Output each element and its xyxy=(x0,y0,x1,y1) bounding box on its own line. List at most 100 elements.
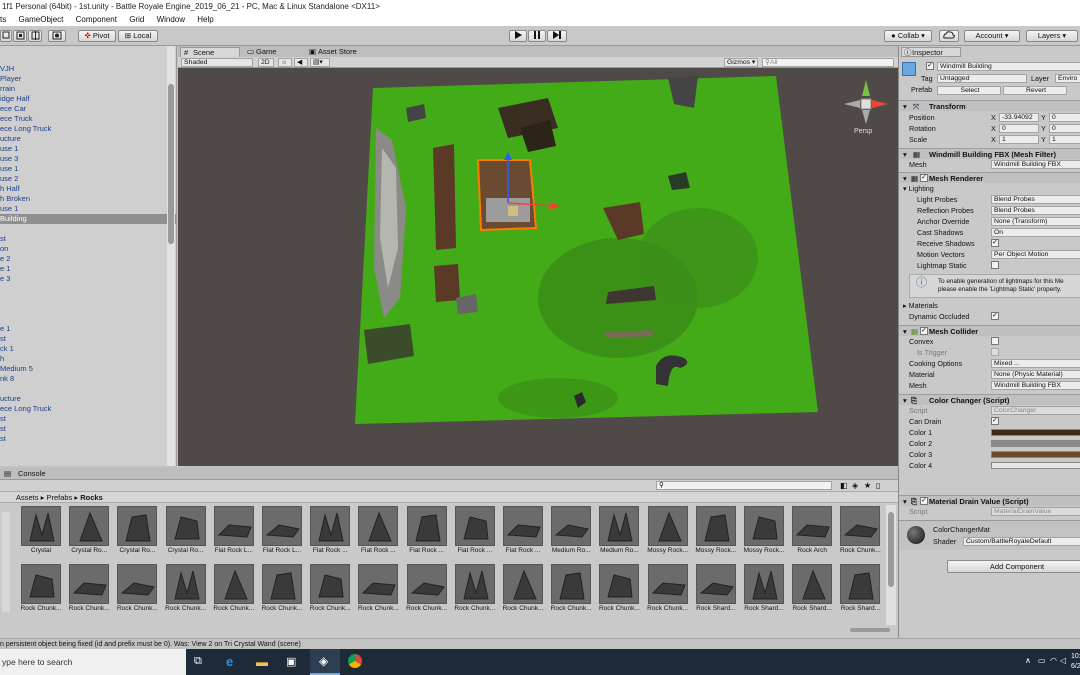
tag-dropdown[interactable]: Untagged xyxy=(937,74,1027,83)
asset-item[interactable]: Mossy Rock... xyxy=(742,506,786,556)
collab-button[interactable]: ● Collab ▾ xyxy=(884,30,932,42)
hierarchy-item[interactable]: VJH xyxy=(0,64,176,74)
dynamic-occluded-checkbox[interactable]: ✓ xyxy=(991,312,999,320)
breadcrumb-prefabs[interactable]: Prefabs xyxy=(46,493,72,502)
hierarchy-item[interactable] xyxy=(0,284,176,294)
mesh-renderer-row-checkbox[interactable]: ✓ xyxy=(991,239,999,247)
hierarchy-item[interactable] xyxy=(0,384,176,394)
rect-tool-button[interactable] xyxy=(0,30,12,42)
taskbar-search-input[interactable]: ype here to search xyxy=(0,649,186,675)
mesh-renderer-row-dropdown[interactable]: Per Object Motion xyxy=(991,250,1080,259)
color-swatch[interactable] xyxy=(991,440,1080,447)
asset-item[interactable]: Rock Chunk... xyxy=(115,564,159,614)
asset-item[interactable]: Crystal Ro... xyxy=(115,506,159,556)
asset-item[interactable]: Rock Shard... xyxy=(790,564,834,614)
prefab-select-button[interactable]: Select xyxy=(937,86,1001,95)
cooking-options-dropdown[interactable]: Mixed ... xyxy=(991,359,1080,368)
scale-y-field[interactable]: 1 xyxy=(1049,135,1080,144)
mesh-renderer-row-checkbox[interactable] xyxy=(991,261,999,269)
mesh-field[interactable]: Windmill Building FBX xyxy=(991,160,1080,169)
task-view-icon[interactable]: ⧉ xyxy=(194,655,202,668)
hierarchy-item[interactable]: Building xyxy=(0,214,176,224)
shader-dropdown[interactable]: Custom/BattleRoyaleDefault xyxy=(963,537,1080,546)
hierarchy-item[interactable]: st xyxy=(0,434,176,444)
terrain-view[interactable] xyxy=(178,68,898,466)
effects-dropdown[interactable]: ▤▾ xyxy=(310,58,330,67)
hierarchy-item[interactable] xyxy=(0,294,176,304)
hierarchy-item[interactable]: nk 8 xyxy=(0,374,176,384)
hierarchy-item[interactable]: ucture xyxy=(0,134,176,144)
asset-item[interactable]: Flat Rock ... xyxy=(405,506,449,556)
asset-item[interactable]: Rock Arch xyxy=(790,506,834,556)
convex-checkbox[interactable] xyxy=(991,337,999,345)
can-drain-checkbox[interactable]: ✓ xyxy=(991,417,999,425)
mesh-filter-header[interactable]: ▾ ▦ Windmill Building FBX (Mesh Filter) xyxy=(899,148,1080,159)
persp-label[interactable]: Persp xyxy=(854,128,872,135)
asset-item[interactable]: Medium Ro... xyxy=(549,506,593,556)
hierarchy-item[interactable]: Player xyxy=(0,74,176,84)
edge-browser-icon[interactable]: e xyxy=(226,654,233,669)
hierarchy-item[interactable]: use 1 xyxy=(0,204,176,214)
file-explorer-icon[interactable]: ▬ xyxy=(256,655,268,669)
hierarchy-item[interactable]: use 3 xyxy=(0,154,176,164)
asset-item[interactable]: Rock Chunk... xyxy=(597,564,641,614)
materials-foldout[interactable]: ▸ Materials xyxy=(903,300,938,311)
hierarchy-item[interactable]: rrain xyxy=(0,84,176,94)
thumbnail-size-slider[interactable] xyxy=(850,628,890,632)
asset-item[interactable]: Rock Chunk... xyxy=(501,564,545,614)
filter-type-icon[interactable]: ◧ xyxy=(840,481,848,490)
layers-dropdown[interactable]: Layers ▾ xyxy=(1026,30,1078,42)
prefab-revert-button[interactable]: Revert xyxy=(1003,86,1067,95)
mesh-collider-enabled-checkbox[interactable]: ✓ xyxy=(920,327,928,335)
asset-item[interactable]: Rock Chunk... xyxy=(453,564,497,614)
asset-item[interactable]: Mossy Rock... xyxy=(694,506,738,556)
tray-up-arrow-icon[interactable]: ∧ xyxy=(1025,656,1031,665)
project-search-input[interactable]: ⚲ xyxy=(656,481,832,490)
scene-viewport[interactable]: Persp xyxy=(178,68,898,466)
asset-item[interactable]: Rock Chunk... xyxy=(646,564,690,614)
tab-scene[interactable]: # Scene xyxy=(180,47,240,57)
mesh-renderer-enabled-checkbox[interactable]: ✓ xyxy=(920,174,928,182)
asset-item[interactable]: Crystal xyxy=(19,506,63,556)
color-swatch[interactable] xyxy=(991,462,1080,469)
hierarchy-item[interactable]: Medium 5 xyxy=(0,364,176,374)
asset-item[interactable]: Rock Chunk... xyxy=(405,564,449,614)
local-toggle[interactable]: ⊞ Local xyxy=(118,30,158,42)
color-swatch[interactable] xyxy=(991,429,1080,436)
mesh-renderer-row-dropdown[interactable]: On xyxy=(991,228,1080,237)
gizmo-plane-handle[interactable] xyxy=(508,206,518,216)
asset-item[interactable]: Rock Chunk... xyxy=(356,564,400,614)
tab-inspector[interactable]: ⓘ Inspector xyxy=(901,47,961,57)
hierarchy-item[interactable]: ck 1 xyxy=(0,344,176,354)
hierarchy-item[interactable]: h Half xyxy=(0,184,176,194)
asset-item[interactable]: Rock Chunk... xyxy=(549,564,593,614)
asset-item[interactable]: Crystal Ro... xyxy=(67,506,111,556)
lighting-toggle[interactable]: ☼ xyxy=(278,58,292,67)
gizmos-dropdown[interactable]: Gizmos ▾ xyxy=(724,58,758,67)
hierarchy-item[interactable]: st xyxy=(0,334,176,344)
menu-component[interactable]: Component xyxy=(76,15,117,24)
2d-toggle[interactable]: 2D xyxy=(258,58,274,67)
project-scroll-thumb[interactable] xyxy=(888,512,894,587)
asset-item[interactable]: Crystal Ro... xyxy=(164,506,208,556)
store-icon[interactable]: ▣ xyxy=(286,655,296,668)
asset-item[interactable]: Rock Chunk... xyxy=(19,564,63,614)
hierarchy-scroll-thumb[interactable] xyxy=(168,84,174,244)
custom-tool-button[interactable] xyxy=(48,30,66,42)
account-dropdown[interactable]: Account ▾ xyxy=(964,30,1020,42)
hierarchy-item[interactable]: use 1 xyxy=(0,164,176,174)
hierarchy-item[interactable]: idge Half xyxy=(0,94,176,104)
breadcrumb-assets[interactable]: Assets xyxy=(16,493,39,502)
console-tab[interactable]: ▤ Console xyxy=(0,468,898,480)
asset-item[interactable]: Medium Ro... xyxy=(597,506,641,556)
hierarchy-item[interactable]: e 1 xyxy=(0,324,176,334)
menu-window[interactable]: Window xyxy=(157,15,185,24)
transform-header[interactable]: ▾ ⤧ Transform xyxy=(899,100,1080,111)
network-icon[interactable]: ▭ xyxy=(1038,656,1046,665)
hierarchy-item[interactable]: ece Long Truck xyxy=(0,124,176,134)
color-swatch[interactable] xyxy=(991,451,1080,458)
hierarchy-item[interactable]: e 3 xyxy=(0,274,176,284)
position-x-field[interactable]: -33.94092 xyxy=(999,113,1039,122)
transform-tool-button[interactable] xyxy=(28,30,42,42)
pivot-toggle[interactable]: ✜ Pivot xyxy=(78,30,116,42)
